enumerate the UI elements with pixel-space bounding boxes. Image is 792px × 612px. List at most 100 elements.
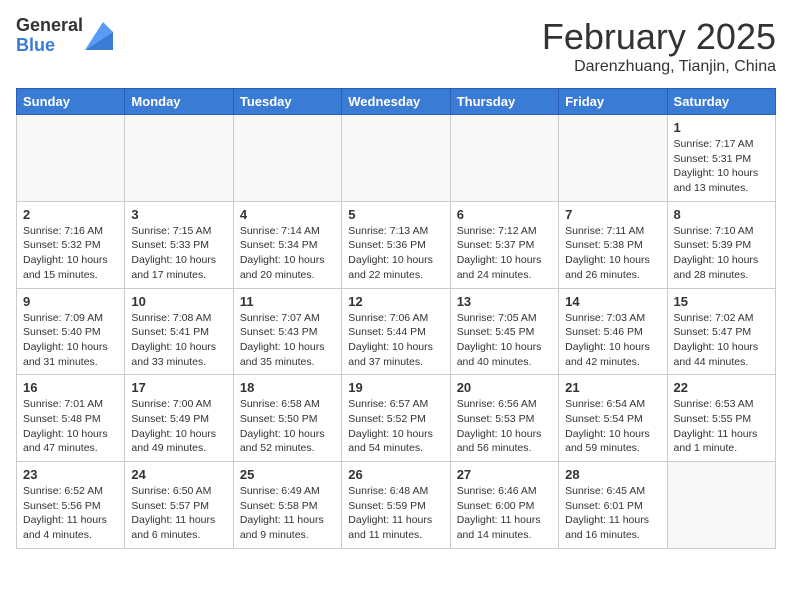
table-row: 18 Sunrise: 6:58 AM Sunset: 5:50 PM Dayli… <box>233 375 341 462</box>
table-row: 7Sunrise: 7:11 AM Sunset: 5:38 PM Daylig… <box>559 201 667 288</box>
table-row: 2 Sunrise: 7:16 AM Sunset: 5:32 PM Daylig… <box>17 201 125 288</box>
table-row: 19 Sunrise: 6:57 AM Sunset: 5:52 PM Dayli… <box>342 375 450 462</box>
logo-icon <box>85 22 113 50</box>
day-number: 3 <box>131 207 226 222</box>
day-number: 6 <box>457 207 552 222</box>
day-number: 12 <box>348 294 443 309</box>
location: Darenzhuang, Tianjin, China <box>542 58 776 76</box>
day-info: Sunrise: 6:52 AM Sunset: 5:56 PM Dayligh… <box>23 484 118 543</box>
calendar-table: Sunday Monday Tuesday Wednesday Thursday… <box>16 88 776 549</box>
day-info: Sunrise: 7:16 AM Sunset: 5:32 PM Dayligh… <box>23 224 118 283</box>
calendar-week-row: 16 Sunrise: 7:01 AM Sunset: 5:48 PM Dayli… <box>17 375 776 462</box>
day-info: Sunrise: 7:15 AM Sunset: 5:33 PM Dayligh… <box>131 224 226 283</box>
day-info: Sunrise: 6:54 AM Sunset: 5:54 PM Dayligh… <box>565 397 660 456</box>
table-row: 21 Sunrise: 6:54 AM Sunset: 5:54 PM Dayli… <box>559 375 667 462</box>
table-row <box>233 115 341 202</box>
day-info: Sunrise: 6:49 AM Sunset: 5:58 PM Dayligh… <box>240 484 335 543</box>
table-row: 6 Sunrise: 7:12 AM Sunset: 5:37 PM Daylig… <box>450 201 558 288</box>
day-number: 24 <box>131 467 226 482</box>
table-row <box>342 115 450 202</box>
logo-text: General Blue <box>16 16 83 56</box>
day-number: 1 <box>674 120 769 135</box>
col-friday: Friday <box>559 89 667 115</box>
day-info: Sunrise: 6:56 AM Sunset: 5:53 PM Dayligh… <box>457 397 552 456</box>
calendar-week-row: 1 Sunrise: 7:17 AM Sunset: 5:31 PM Daylig… <box>17 115 776 202</box>
day-number: 2 <box>23 207 118 222</box>
day-info: Sunrise: 7:12 AM Sunset: 5:37 PM Dayligh… <box>457 224 552 283</box>
table-row: 23 Sunrise: 6:52 AM Sunset: 5:56 PM Dayli… <box>17 462 125 549</box>
calendar-week-row: 9Sunrise: 7:09 AM Sunset: 5:40 PM Daylig… <box>17 288 776 375</box>
day-info: Sunrise: 7:14 AM Sunset: 5:34 PM Dayligh… <box>240 224 335 283</box>
table-row: 25Sunrise: 6:49 AM Sunset: 5:58 PM Dayli… <box>233 462 341 549</box>
day-info: Sunrise: 7:09 AM Sunset: 5:40 PM Dayligh… <box>23 311 118 370</box>
day-number: 4 <box>240 207 335 222</box>
day-number: 5 <box>348 207 443 222</box>
day-number: 19 <box>348 380 443 395</box>
day-info: Sunrise: 6:53 AM Sunset: 5:55 PM Dayligh… <box>674 397 769 456</box>
day-info: Sunrise: 6:50 AM Sunset: 5:57 PM Dayligh… <box>131 484 226 543</box>
table-row: 14 Sunrise: 7:03 AM Sunset: 5:46 PM Dayli… <box>559 288 667 375</box>
logo-general: General <box>16 16 83 36</box>
day-number: 18 <box>240 380 335 395</box>
table-row: 26Sunrise: 6:48 AM Sunset: 5:59 PM Dayli… <box>342 462 450 549</box>
day-number: 21 <box>565 380 660 395</box>
table-row: 16 Sunrise: 7:01 AM Sunset: 5:48 PM Dayli… <box>17 375 125 462</box>
day-number: 16 <box>23 380 118 395</box>
table-row: 4 Sunrise: 7:14 AM Sunset: 5:34 PM Daylig… <box>233 201 341 288</box>
logo: General Blue <box>16 16 113 56</box>
table-row: 3 Sunrise: 7:15 AM Sunset: 5:33 PM Daylig… <box>125 201 233 288</box>
day-number: 23 <box>23 467 118 482</box>
table-row: 1 Sunrise: 7:17 AM Sunset: 5:31 PM Daylig… <box>667 115 775 202</box>
day-number: 27 <box>457 467 552 482</box>
month-title: February 2025 <box>542 16 776 58</box>
table-row: 28 Sunrise: 6:45 AM Sunset: 6:01 PM Dayli… <box>559 462 667 549</box>
day-number: 15 <box>674 294 769 309</box>
day-number: 10 <box>131 294 226 309</box>
day-number: 20 <box>457 380 552 395</box>
calendar-week-row: 23 Sunrise: 6:52 AM Sunset: 5:56 PM Dayli… <box>17 462 776 549</box>
col-thursday: Thursday <box>450 89 558 115</box>
table-row: 24 Sunrise: 6:50 AM Sunset: 5:57 PM Dayli… <box>125 462 233 549</box>
day-info: Sunrise: 7:13 AM Sunset: 5:36 PM Dayligh… <box>348 224 443 283</box>
day-info: Sunrise: 6:58 AM Sunset: 5:50 PM Dayligh… <box>240 397 335 456</box>
col-tuesday: Tuesday <box>233 89 341 115</box>
day-info: Sunrise: 7:17 AM Sunset: 5:31 PM Dayligh… <box>674 137 769 196</box>
col-monday: Monday <box>125 89 233 115</box>
day-info: Sunrise: 7:05 AM Sunset: 5:45 PM Dayligh… <box>457 311 552 370</box>
day-info: Sunrise: 7:02 AM Sunset: 5:47 PM Dayligh… <box>674 311 769 370</box>
day-info: Sunrise: 7:03 AM Sunset: 5:46 PM Dayligh… <box>565 311 660 370</box>
table-row: 11 Sunrise: 7:07 AM Sunset: 5:43 PM Dayli… <box>233 288 341 375</box>
col-saturday: Saturday <box>667 89 775 115</box>
day-number: 17 <box>131 380 226 395</box>
table-row: 22 Sunrise: 6:53 AM Sunset: 5:55 PM Dayli… <box>667 375 775 462</box>
table-row: 17 Sunrise: 7:00 AM Sunset: 5:49 PM Dayli… <box>125 375 233 462</box>
day-number: 28 <box>565 467 660 482</box>
day-number: 14 <box>565 294 660 309</box>
table-row: 15 Sunrise: 7:02 AM Sunset: 5:47 PM Dayli… <box>667 288 775 375</box>
table-row <box>559 115 667 202</box>
day-info: Sunrise: 6:45 AM Sunset: 6:01 PM Dayligh… <box>565 484 660 543</box>
day-info: Sunrise: 7:06 AM Sunset: 5:44 PM Dayligh… <box>348 311 443 370</box>
day-info: Sunrise: 7:08 AM Sunset: 5:41 PM Dayligh… <box>131 311 226 370</box>
day-info: Sunrise: 6:46 AM Sunset: 6:00 PM Dayligh… <box>457 484 552 543</box>
day-info: Sunrise: 7:11 AM Sunset: 5:38 PM Dayligh… <box>565 224 660 283</box>
day-number: 11 <box>240 294 335 309</box>
title-block: February 2025 Darenzhuang, Tianjin, Chin… <box>542 16 776 76</box>
calendar-header-row: Sunday Monday Tuesday Wednesday Thursday… <box>17 89 776 115</box>
day-info: Sunrise: 6:57 AM Sunset: 5:52 PM Dayligh… <box>348 397 443 456</box>
calendar-week-row: 2 Sunrise: 7:16 AM Sunset: 5:32 PM Daylig… <box>17 201 776 288</box>
table-row <box>125 115 233 202</box>
table-row: 12 Sunrise: 7:06 AM Sunset: 5:44 PM Dayli… <box>342 288 450 375</box>
table-row: 5 Sunrise: 7:13 AM Sunset: 5:36 PM Daylig… <box>342 201 450 288</box>
day-info: Sunrise: 7:10 AM Sunset: 5:39 PM Dayligh… <box>674 224 769 283</box>
day-info: Sunrise: 7:00 AM Sunset: 5:49 PM Dayligh… <box>131 397 226 456</box>
day-info: Sunrise: 7:01 AM Sunset: 5:48 PM Dayligh… <box>23 397 118 456</box>
table-row <box>450 115 558 202</box>
col-sunday: Sunday <box>17 89 125 115</box>
table-row: 8Sunrise: 7:10 AM Sunset: 5:39 PM Daylig… <box>667 201 775 288</box>
table-row <box>667 462 775 549</box>
col-wednesday: Wednesday <box>342 89 450 115</box>
day-info: Sunrise: 7:07 AM Sunset: 5:43 PM Dayligh… <box>240 311 335 370</box>
table-row: 10 Sunrise: 7:08 AM Sunset: 5:41 PM Dayli… <box>125 288 233 375</box>
day-number: 22 <box>674 380 769 395</box>
